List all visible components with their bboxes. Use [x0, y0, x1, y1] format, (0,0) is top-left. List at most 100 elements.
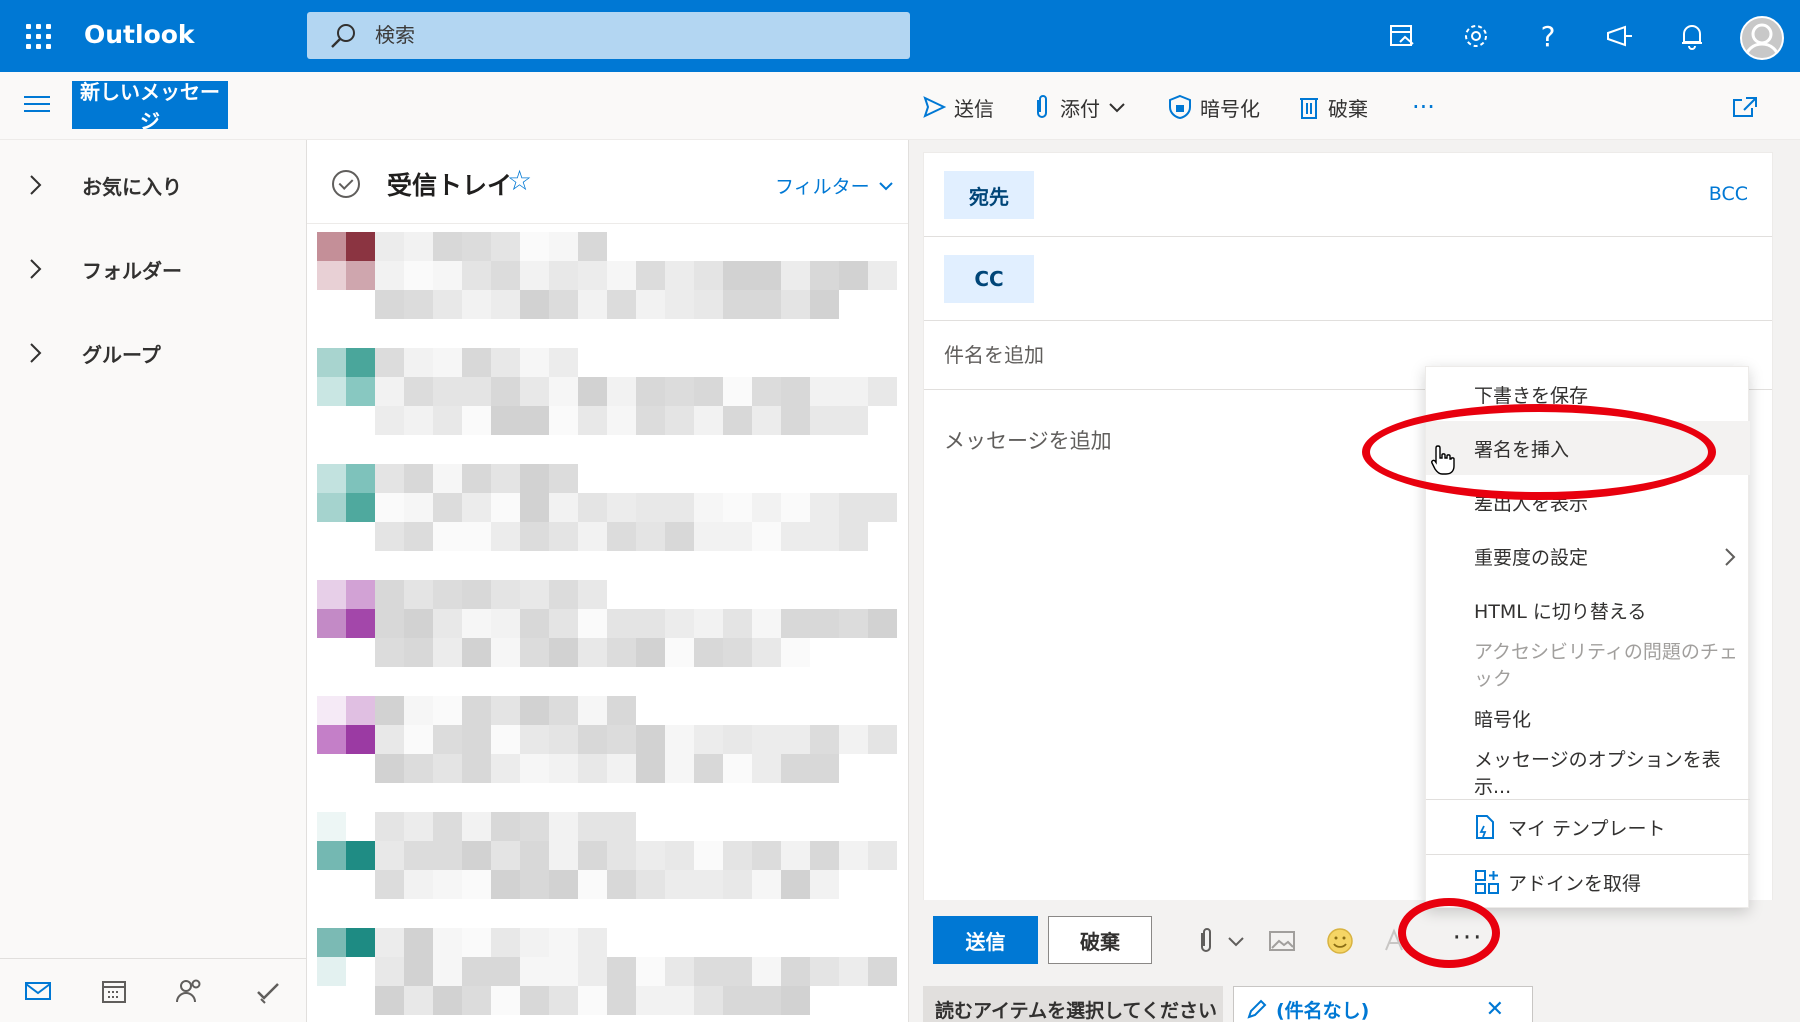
text-pixel — [520, 638, 549, 667]
menu-item-encrypt[interactable]: 暗号化 — [1426, 691, 1750, 745]
send-button[interactable]: 送信 — [933, 916, 1038, 964]
text-pixel — [578, 725, 607, 754]
text-pixel — [868, 841, 897, 870]
image-icon[interactable] — [1268, 926, 1296, 956]
toolbar-send-button[interactable]: 送信 — [922, 90, 994, 124]
format-icon[interactable] — [1383, 926, 1405, 956]
notifications-icon[interactable] — [1674, 18, 1710, 54]
text-pixel — [520, 841, 549, 870]
toolbar-discard-button[interactable]: 破棄 — [1298, 90, 1368, 124]
text-pixel — [810, 290, 839, 319]
avatar-pixel — [346, 812, 375, 841]
star-icon[interactable]: ☆ — [507, 164, 532, 197]
nav-item-favorites[interactable]: お気に入り — [0, 155, 307, 215]
list-item[interactable] — [317, 812, 902, 912]
menu-item-show-from[interactable]: 差出人を表示 — [1426, 475, 1750, 529]
text-pixel — [665, 841, 694, 870]
whats-new-icon[interactable] — [1602, 18, 1638, 54]
toolbar-encrypt-button[interactable]: 暗号化 — [1168, 90, 1260, 124]
list-item[interactable] — [317, 580, 902, 680]
list-item[interactable] — [317, 696, 902, 796]
avatar-pixel — [346, 261, 375, 290]
calendar-icon[interactable] — [98, 977, 130, 1005]
menu-item-save-draft[interactable]: 下書きを保存 — [1426, 367, 1750, 421]
trash-icon — [1300, 98, 1318, 119]
search-input[interactable] — [375, 18, 895, 52]
text-pixel — [578, 870, 607, 899]
bcc-link[interactable]: BCC — [1709, 183, 1748, 205]
nav-item-groups[interactable]: グループ — [0, 323, 307, 383]
list-item[interactable] — [317, 928, 902, 1022]
search-box[interactable] — [307, 12, 910, 59]
avatar-pixel — [317, 580, 346, 609]
text-pixel — [404, 290, 433, 319]
list-item[interactable] — [317, 348, 902, 448]
toolbar-more-button[interactable]: ··· — [1412, 90, 1435, 124]
text-pixel — [462, 522, 491, 551]
text-pixel — [723, 493, 752, 522]
cc-button[interactable]: CC — [944, 255, 1034, 303]
popout-icon[interactable] — [1732, 90, 1758, 124]
app-launcher-icon[interactable] — [24, 22, 52, 50]
menu-item-insert-signature[interactable]: 署名を挿入 — [1426, 421, 1750, 475]
tab-reading-pane[interactable]: 読むアイテムを選択してください — [923, 986, 1223, 1022]
app-brand[interactable]: Outlook — [84, 20, 195, 49]
chevron-down-icon[interactable] — [1227, 926, 1245, 956]
text-pixel — [636, 261, 665, 290]
menu-item-switch-html[interactable]: HTML に切り替える — [1426, 583, 1750, 637]
avatar-pixel — [317, 696, 346, 725]
menu-item-message-options[interactable]: メッセージのオプションを表示... — [1426, 745, 1750, 799]
avatar-pixel — [346, 232, 375, 261]
my-day-icon[interactable] — [1384, 18, 1420, 54]
text-pixel — [404, 928, 433, 957]
text-pixel — [433, 464, 462, 493]
list-item[interactable] — [317, 464, 902, 564]
app-switcher-bar — [0, 958, 307, 1022]
text-pixel — [549, 464, 578, 493]
shield-icon — [1169, 94, 1191, 120]
people-icon[interactable] — [174, 977, 206, 1005]
text-pixel — [375, 812, 404, 841]
menu-item-set-importance[interactable]: 重要度の設定 — [1426, 529, 1750, 583]
text-pixel — [520, 609, 549, 638]
account-avatar[interactable] — [1740, 16, 1784, 60]
select-all-checkbox[interactable] — [332, 170, 360, 198]
text-pixel — [839, 609, 868, 638]
text-pixel — [404, 348, 433, 377]
new-message-button[interactable]: 新しいメッセージ — [72, 80, 228, 133]
discard-button[interactable]: 破棄 — [1048, 916, 1152, 964]
to-button[interactable]: 宛先 — [944, 171, 1034, 219]
attach-icon[interactable] — [1197, 926, 1215, 956]
text-pixel — [694, 406, 723, 435]
text-pixel — [375, 870, 404, 899]
menu-item-get-addins[interactable]: アドインを取得 — [1426, 855, 1750, 909]
settings-icon[interactable] — [1458, 18, 1494, 54]
text-pixel — [694, 725, 723, 754]
toolbar-attach-button[interactable]: 添付 — [1032, 90, 1126, 124]
text-pixel — [694, 986, 723, 1015]
list-item[interactable] — [317, 232, 902, 332]
compose-more-button[interactable]: ··· — [1441, 920, 1495, 956]
avatar-pixel — [317, 725, 346, 754]
message-body[interactable]: メッセージを追加 — [944, 425, 1112, 455]
text-pixel — [694, 609, 723, 638]
text-pixel — [520, 493, 549, 522]
text-pixel — [636, 841, 665, 870]
emoji-icon[interactable] — [1326, 926, 1354, 956]
tab-draft[interactable]: (件名なし) ✕ — [1233, 986, 1533, 1022]
todo-icon[interactable] — [252, 977, 284, 1005]
text-pixel — [694, 522, 723, 551]
text-pixel — [549, 406, 578, 435]
text-pixel — [549, 754, 578, 783]
text-pixel — [520, 696, 549, 725]
hamburger-menu-icon[interactable] — [24, 96, 50, 116]
help-icon[interactable]: ? — [1530, 18, 1566, 54]
text-pixel — [375, 638, 404, 667]
text-pixel — [607, 812, 636, 841]
close-tab-icon[interactable]: ✕ — [1486, 997, 1504, 1022]
filter-button[interactable]: フィルター — [775, 172, 894, 199]
text-pixel — [752, 377, 781, 406]
menu-item-my-templates[interactable]: マイ テンプレート — [1426, 800, 1750, 854]
nav-item-folders[interactable]: フォルダー — [0, 239, 307, 299]
mail-icon[interactable] — [22, 977, 54, 1005]
